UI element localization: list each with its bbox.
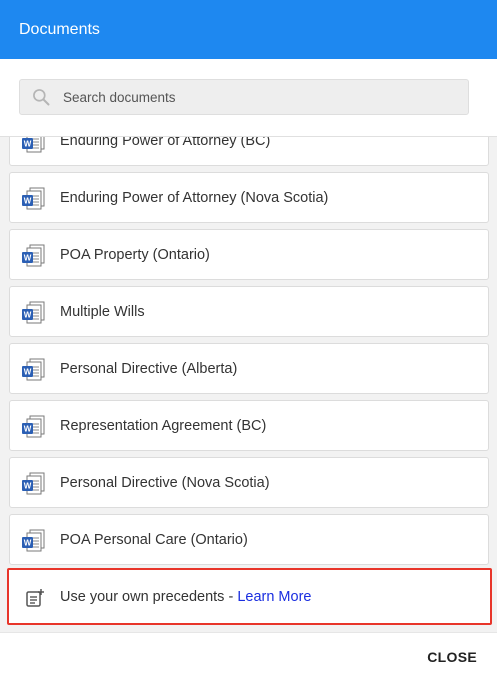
word-document-icon: W	[22, 301, 45, 324]
search-input[interactable]	[63, 82, 443, 112]
document-item-label: Personal Directive (Alberta)	[60, 360, 238, 377]
word-document-icon: W	[22, 137, 45, 153]
document-item[interactable]: W Enduring Power of Attorney (Nova Scotia…	[9, 172, 489, 223]
svg-text:W: W	[24, 140, 32, 149]
svg-text:W: W	[24, 197, 32, 206]
dialog-header: Documents	[0, 0, 497, 59]
document-item[interactable]: W POA Personal Care (Ontario)	[9, 514, 489, 565]
document-list[interactable]: W Enduring Power of Attorney (BC) W Endurin…	[0, 137, 497, 632]
svg-text:W: W	[24, 482, 32, 491]
word-document-icon: W	[22, 472, 45, 495]
close-button[interactable]: CLOSE	[427, 649, 477, 665]
document-item-label: Enduring Power of Attorney (BC)	[60, 137, 271, 149]
document-item[interactable]: W Representation Agreement (BC)	[9, 400, 489, 451]
document-item[interactable]: W POA Property (Ontario)	[9, 229, 489, 280]
own-precedents-banner: Use your own precedents - Learn More	[7, 568, 492, 625]
document-item-label: POA Property (Ontario)	[60, 246, 210, 263]
document-item-label: POA Personal Care (Ontario)	[60, 531, 248, 548]
precedents-text: Use your own precedents - Learn More	[60, 589, 311, 605]
word-document-icon: W	[22, 187, 45, 210]
svg-text:W: W	[24, 368, 32, 377]
document-item-label: Representation Agreement (BC)	[60, 417, 267, 434]
word-document-icon: W	[22, 244, 45, 267]
document-item[interactable]: W Personal Directive (Nova Scotia)	[9, 457, 489, 508]
search-box[interactable]	[19, 79, 469, 115]
word-document-icon: W	[22, 415, 45, 438]
document-item[interactable]: W Personal Directive (Alberta)	[9, 343, 489, 394]
svg-text:W: W	[24, 254, 32, 263]
svg-text:W: W	[24, 539, 32, 548]
svg-text:W: W	[24, 425, 32, 434]
document-item[interactable]: W Multiple Wills	[9, 286, 489, 337]
precedents-label: Use your own precedents -	[60, 588, 238, 605]
document-item-label: Enduring Power of Attorney (Nova Scotia)	[60, 189, 329, 206]
search-area	[0, 59, 497, 137]
document-item[interactable]: W Enduring Power of Attorney (BC)	[9, 137, 489, 166]
document-item-label: Personal Directive (Nova Scotia)	[60, 474, 270, 491]
search-icon	[33, 89, 50, 106]
word-document-icon: W	[22, 358, 45, 381]
dialog-title: Documents	[19, 20, 100, 38]
add-document-icon	[26, 589, 44, 607]
svg-text:W: W	[24, 311, 32, 320]
learn-more-link[interactable]: Learn More	[237, 589, 311, 605]
dialog-footer: CLOSE	[0, 632, 497, 679]
word-document-icon: W	[22, 529, 45, 552]
document-item-label: Multiple Wills	[60, 303, 145, 320]
